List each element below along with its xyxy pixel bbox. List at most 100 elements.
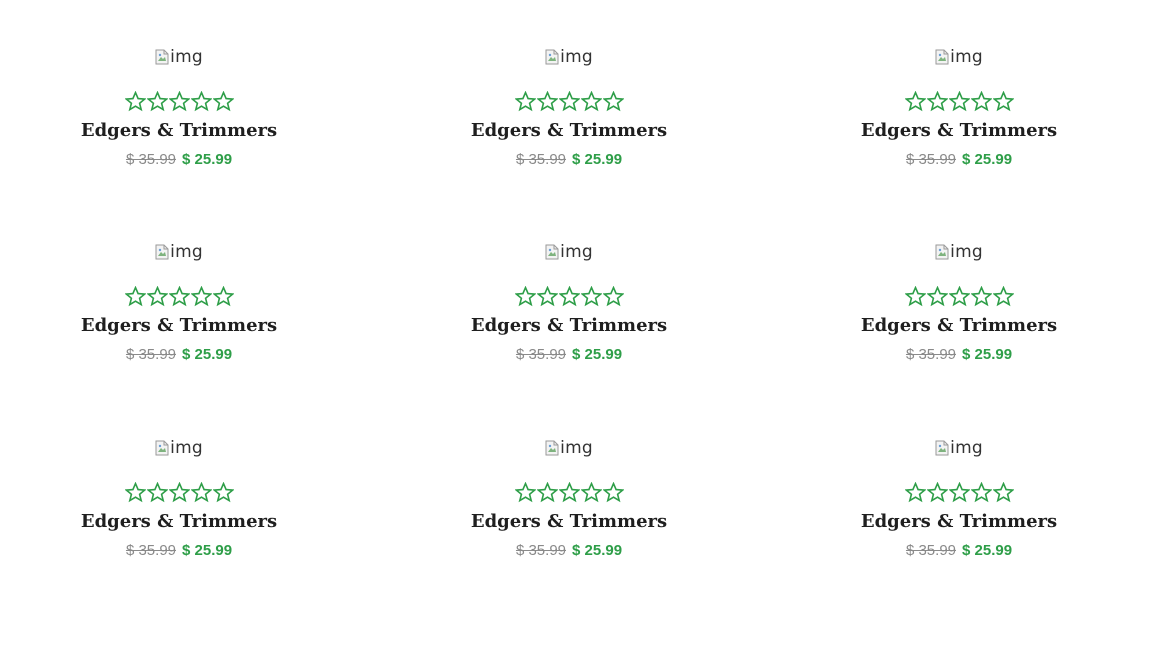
- star-rating: [449, 482, 689, 506]
- product-title[interactable]: Edgers & Trimmers: [449, 120, 689, 142]
- star-rating: [839, 91, 1079, 115]
- broken-image-icon: [155, 244, 169, 260]
- star-outline-icon: [558, 286, 580, 307]
- old-price: $ 35.99: [905, 151, 956, 168]
- star-rating: [59, 286, 299, 310]
- old-price: $ 35.99: [125, 542, 176, 559]
- broken-image-icon: [545, 440, 559, 456]
- star-outline-icon: [168, 91, 190, 112]
- star-outline-icon: [124, 91, 146, 112]
- old-price: $ 35.99: [125, 151, 176, 168]
- star-outline-icon: [948, 286, 970, 307]
- old-price: $ 35.99: [125, 346, 176, 363]
- star-outline-icon: [124, 286, 146, 307]
- star-outline-icon: [948, 91, 970, 112]
- product-image-alt: img: [950, 242, 983, 262]
- product-card[interactable]: img Edgers & Trimmers $ 35.99 $ 25.99: [59, 47, 299, 169]
- star-outline-icon: [602, 286, 624, 307]
- product-card[interactable]: img Edgers & Trimmers $ 35.99 $ 25.99: [839, 438, 1079, 560]
- star-outline-icon: [536, 286, 558, 307]
- product-image[interactable]: img: [935, 242, 983, 264]
- star-rating: [839, 482, 1079, 506]
- product-image[interactable]: img: [545, 242, 593, 264]
- new-price: $ 25.99: [572, 542, 623, 559]
- product-card[interactable]: img Edgers & Trimmers $ 35.99 $ 25.99: [59, 438, 299, 560]
- product-image-alt: img: [560, 47, 593, 67]
- product-image-alt: img: [170, 47, 203, 67]
- new-price: $ 25.99: [182, 151, 233, 168]
- old-price: $ 35.99: [515, 346, 566, 363]
- product-image[interactable]: img: [935, 47, 983, 69]
- product-image-alt: img: [560, 242, 593, 262]
- broken-image-icon: [545, 49, 559, 65]
- old-price: $ 35.99: [515, 151, 566, 168]
- star-outline-icon: [992, 286, 1014, 307]
- new-price: $ 25.99: [182, 346, 233, 363]
- star-outline-icon: [536, 91, 558, 112]
- product-image-alt: img: [950, 438, 983, 458]
- star-outline-icon: [602, 91, 624, 112]
- product-card[interactable]: img Edgers & Trimmers $ 35.99 $ 25.99: [449, 242, 689, 364]
- new-price: $ 25.99: [962, 542, 1013, 559]
- product-title[interactable]: Edgers & Trimmers: [59, 511, 299, 533]
- product-title[interactable]: Edgers & Trimmers: [449, 315, 689, 337]
- old-price: $ 35.99: [905, 542, 956, 559]
- star-outline-icon: [212, 482, 234, 503]
- product-title[interactable]: Edgers & Trimmers: [839, 315, 1079, 337]
- star-outline-icon: [146, 91, 168, 112]
- product-image[interactable]: img: [545, 438, 593, 460]
- product-card[interactable]: img Edgers & Trimmers $ 35.99 $ 25.99: [449, 47, 689, 169]
- broken-image-icon: [935, 49, 949, 65]
- star-rating: [449, 91, 689, 115]
- new-price: $ 25.99: [572, 346, 623, 363]
- star-outline-icon: [168, 286, 190, 307]
- product-card[interactable]: img Edgers & Trimmers $ 35.99 $ 25.99: [839, 47, 1079, 169]
- star-outline-icon: [926, 482, 948, 503]
- star-outline-icon: [948, 482, 970, 503]
- product-price: $ 35.99 $ 25.99: [839, 346, 1079, 364]
- product-image[interactable]: img: [155, 47, 203, 69]
- star-outline-icon: [190, 91, 212, 112]
- star-outline-icon: [536, 482, 558, 503]
- product-card[interactable]: img Edgers & Trimmers $ 35.99 $ 25.99: [449, 438, 689, 560]
- star-outline-icon: [580, 482, 602, 503]
- product-image-alt: img: [170, 438, 203, 458]
- star-outline-icon: [514, 482, 536, 503]
- product-card[interactable]: img Edgers & Trimmers $ 35.99 $ 25.99: [59, 242, 299, 364]
- star-rating: [449, 286, 689, 310]
- product-price: $ 35.99 $ 25.99: [449, 542, 689, 560]
- star-outline-icon: [190, 482, 212, 503]
- product-title[interactable]: Edgers & Trimmers: [59, 120, 299, 142]
- broken-image-icon: [155, 440, 169, 456]
- product-price: $ 35.99 $ 25.99: [59, 151, 299, 169]
- product-image[interactable]: img: [935, 438, 983, 460]
- new-price: $ 25.99: [182, 542, 233, 559]
- product-title[interactable]: Edgers & Trimmers: [59, 315, 299, 337]
- star-outline-icon: [514, 286, 536, 307]
- old-price: $ 35.99: [515, 542, 566, 559]
- star-outline-icon: [970, 482, 992, 503]
- product-image[interactable]: img: [155, 242, 203, 264]
- product-image[interactable]: img: [545, 47, 593, 69]
- product-card[interactable]: img Edgers & Trimmers $ 35.99 $ 25.99: [839, 242, 1079, 364]
- product-title[interactable]: Edgers & Trimmers: [449, 511, 689, 533]
- product-image[interactable]: img: [155, 438, 203, 460]
- product-title[interactable]: Edgers & Trimmers: [839, 511, 1079, 533]
- star-outline-icon: [146, 482, 168, 503]
- broken-image-icon: [155, 49, 169, 65]
- product-title[interactable]: Edgers & Trimmers: [839, 120, 1079, 142]
- star-rating: [59, 482, 299, 506]
- product-price: $ 35.99 $ 25.99: [59, 542, 299, 560]
- new-price: $ 25.99: [962, 346, 1013, 363]
- star-outline-icon: [904, 482, 926, 503]
- broken-image-icon: [935, 440, 949, 456]
- star-outline-icon: [992, 91, 1014, 112]
- star-outline-icon: [580, 286, 602, 307]
- star-outline-icon: [602, 482, 624, 503]
- new-price: $ 25.99: [962, 151, 1013, 168]
- star-outline-icon: [212, 286, 234, 307]
- product-price: $ 35.99 $ 25.99: [839, 542, 1079, 560]
- star-outline-icon: [124, 482, 146, 503]
- old-price: $ 35.99: [905, 346, 956, 363]
- star-outline-icon: [904, 91, 926, 112]
